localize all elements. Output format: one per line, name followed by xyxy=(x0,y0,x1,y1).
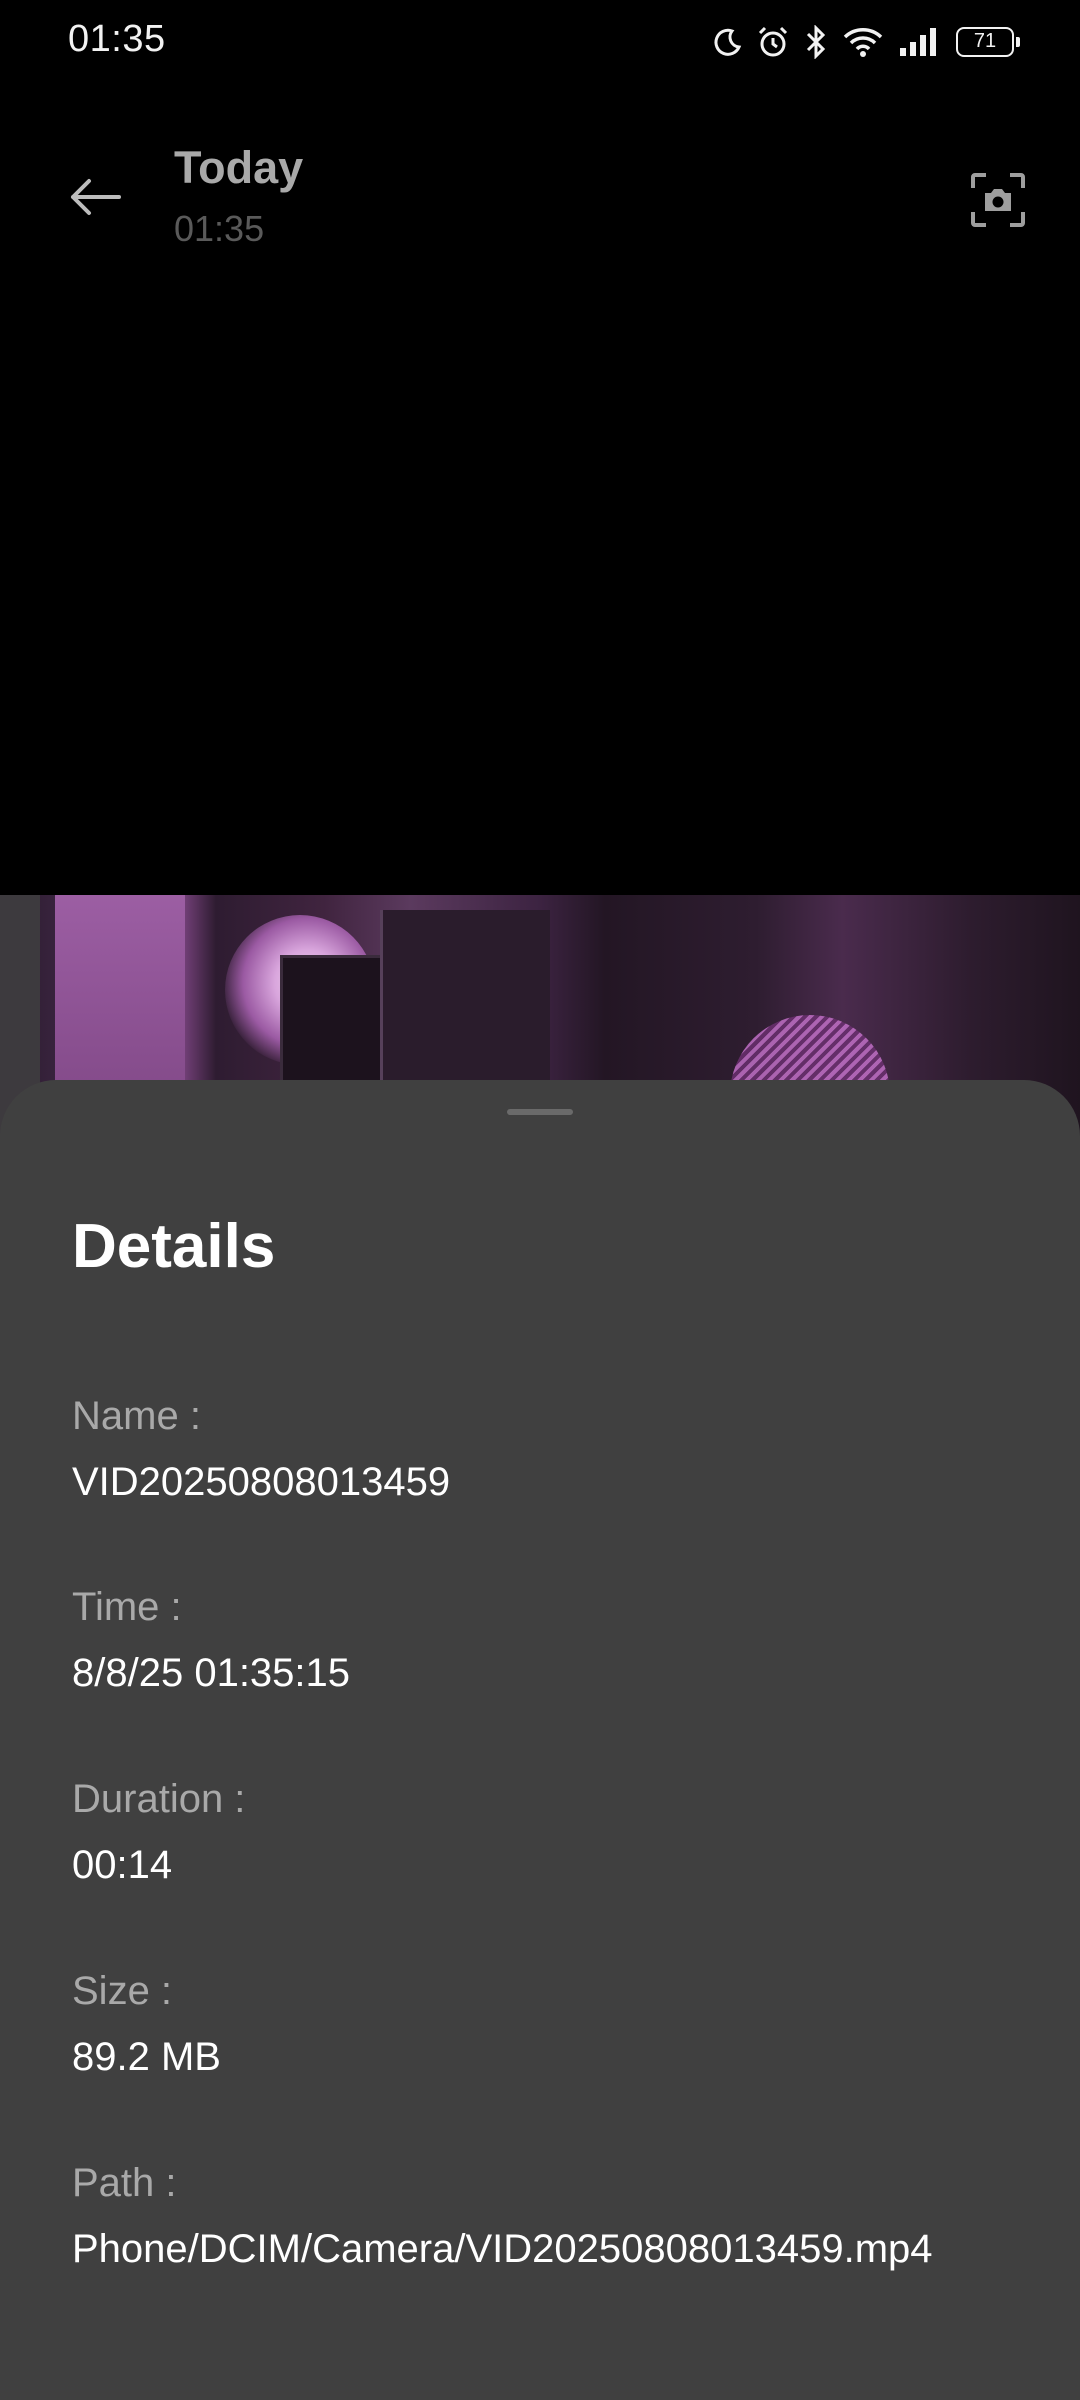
signal-icon xyxy=(900,28,936,56)
detail-value: 8/8/25 01:35:15 xyxy=(72,1651,351,1695)
battery-icon: 71 xyxy=(956,27,1020,57)
status-time: 01:35 xyxy=(68,18,166,60)
detail-duration: Duration : 00:14 xyxy=(72,1775,245,1889)
detail-name: Name : VID20250808013459 xyxy=(72,1392,450,1506)
screenshot-button[interactable] xyxy=(962,164,1034,236)
detail-value: VID20250808013459 xyxy=(72,1460,451,1504)
wifi-icon xyxy=(843,28,883,57)
detail-label: Time : xyxy=(72,1585,182,1629)
detail-label: Name : xyxy=(72,1394,201,1438)
bluetooth-icon xyxy=(806,25,826,59)
detail-value: Phone/DCIM/Camera/VID20250808013459.mp4 xyxy=(72,2227,933,2271)
detail-label: Duration : xyxy=(72,1777,246,1821)
details-title: Details xyxy=(72,1212,276,1281)
detail-label: Size : xyxy=(72,1969,173,2013)
back-arrow-icon xyxy=(71,179,121,215)
alarm-icon xyxy=(758,26,788,57)
detail-size: Size : 89.2 MB xyxy=(72,1967,221,2081)
drag-handle[interactable] xyxy=(507,1109,573,1115)
page-title: Today xyxy=(174,142,304,193)
status-icons: 71 xyxy=(712,22,1020,62)
page-subtitle: 01:35 xyxy=(174,208,265,249)
detail-value: 00:14 xyxy=(72,1843,173,1887)
detail-path: Path : Phone/DCIM/Camera/VID202508080134… xyxy=(72,2159,933,2273)
moon-icon xyxy=(714,28,742,56)
detail-time: Time : 8/8/25 01:35:15 xyxy=(72,1583,350,1697)
status-bar: 01:35 71 xyxy=(0,0,1080,84)
screen: 01:35 71 Today 01:35 Details Name: VID2… xyxy=(0,0,1080,2400)
back-button[interactable] xyxy=(60,162,130,232)
detail-value: 89.2 MB xyxy=(72,2035,221,2079)
battery-level: 71 xyxy=(973,30,997,52)
detail-label: Path : xyxy=(72,2161,177,2205)
camera-frame-icon xyxy=(971,173,1025,227)
details-sheet: Details Name : VID20250808013459 Time : … xyxy=(0,1080,1080,2400)
